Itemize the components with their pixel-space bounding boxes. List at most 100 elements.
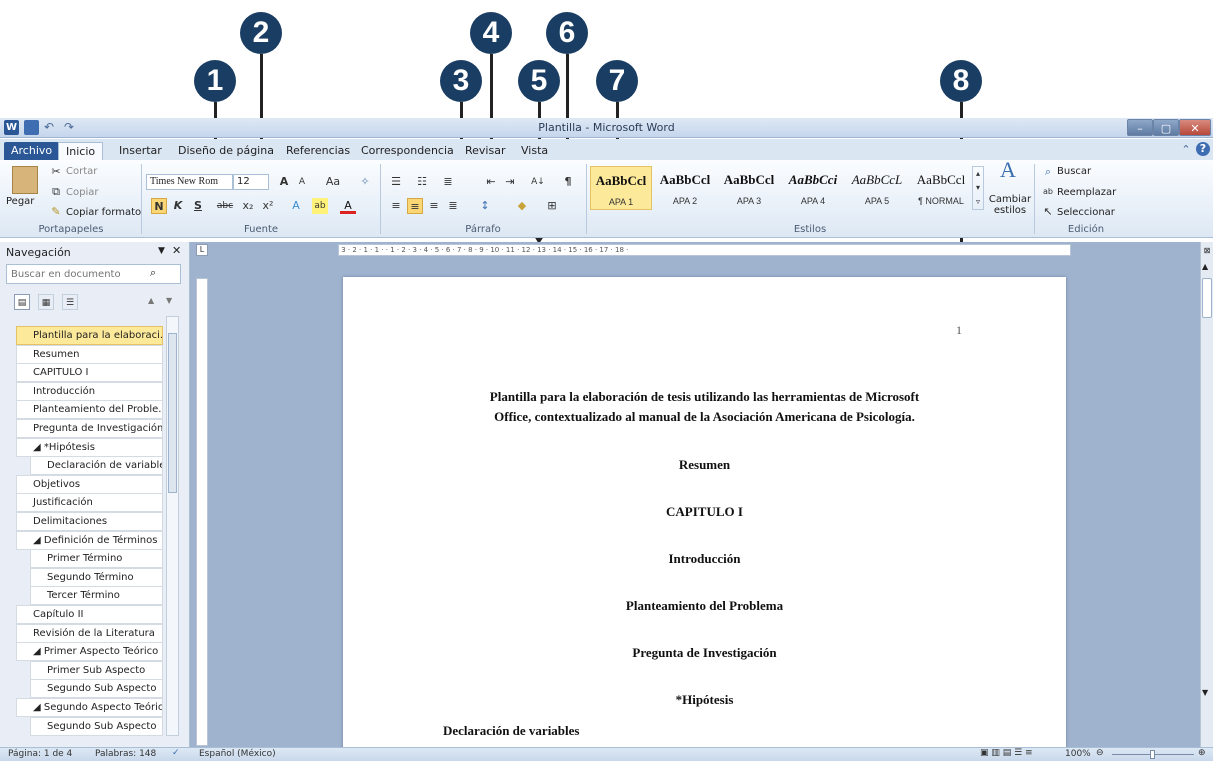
cut-icon[interactable]: ✂ (48, 164, 64, 180)
nav-heading-item[interactable]: Tercer Término (30, 586, 163, 606)
bullets-icon[interactable]: ☰ (388, 174, 404, 190)
format-painter-button[interactable]: Copiar formato (66, 207, 141, 218)
justify-icon[interactable]: ≣ (445, 198, 461, 214)
nav-heading-item[interactable]: Resumen (16, 344, 163, 364)
shrink-font-icon[interactable]: A (294, 174, 310, 190)
nav-heading-item[interactable]: Delimitaciones (16, 512, 163, 531)
nav-heading-item[interactable]: Objetivos (16, 474, 163, 494)
page-count-status[interactable]: Página: 1 de 4 (8, 749, 72, 759)
nav-heading-item[interactable]: ◢ Definición de Términos (16, 530, 163, 550)
change-case-icon[interactable]: Aa (322, 174, 344, 190)
nav-heading-item[interactable]: ◢ Primer Aspecto Teórico (16, 642, 163, 662)
nav-next-icon[interactable]: ▼ (166, 296, 172, 305)
ruler-toggle-icon[interactable]: ⊠ (1202, 246, 1212, 258)
nav-heading-item[interactable]: Primer Sub Aspecto (30, 660, 163, 680)
font-size-box[interactable]: 12 (233, 174, 269, 190)
decrease-indent-icon[interactable]: ⇤ (483, 174, 499, 190)
italic-button[interactable]: K (170, 198, 186, 214)
nav-heading-item[interactable]: CAPITULO I (16, 363, 163, 383)
replace-icon[interactable]: ab (1040, 184, 1056, 200)
change-styles-button[interactable]: Cambiar estilos (988, 194, 1032, 216)
nav-heading-item[interactable]: Planteamiento del Proble... (16, 400, 163, 420)
superscript-icon[interactable]: x² (260, 198, 276, 214)
change-styles-icon[interactable]: A (996, 159, 1020, 190)
align-center-icon[interactable]: ≡ (407, 198, 423, 214)
zoom-out-icon[interactable]: ⊖ (1096, 748, 1104, 758)
zoom-slider-thumb[interactable] (1150, 750, 1155, 759)
format-painter-icon[interactable]: ✎ (48, 204, 64, 220)
minimize-button[interactable]: – (1127, 119, 1153, 136)
copy-icon[interactable]: ⧉ (48, 184, 64, 200)
shading-icon[interactable]: ◆ (514, 198, 530, 214)
style-normal[interactable]: AaBbCcl ¶ NORMAL (910, 166, 972, 210)
select-icon[interactable]: ↖ (1040, 204, 1056, 220)
style-apa-2[interactable]: AaBbCcl APA 2 (654, 166, 716, 210)
scroll-up-icon[interactable]: ▲ (1202, 262, 1208, 271)
nav-heading-item[interactable]: Plantilla para la elaboraci... (16, 326, 163, 345)
scrollbar-thumb[interactable] (1202, 278, 1212, 318)
font-color-icon[interactable]: A (340, 198, 356, 214)
borders-icon[interactable]: ⊞ (544, 198, 560, 214)
paste-button[interactable]: Pegar (6, 196, 34, 207)
subscript-icon[interactable]: x₂ (240, 198, 256, 214)
tab-archivo[interactable]: Archivo (4, 142, 60, 160)
underline-button[interactable]: S (190, 198, 206, 214)
view-buttons-icon[interactable]: ▣ ▥ ▤ ☰ ≡ (980, 748, 1033, 758)
tab-referencias[interactable]: Referencias (279, 142, 357, 160)
line-spacing-icon[interactable]: ↕ (477, 198, 493, 214)
select-button[interactable]: Seleccionar (1057, 207, 1115, 218)
nav-scrollbar[interactable] (166, 316, 179, 736)
clear-format-icon[interactable]: ✧ (357, 174, 373, 190)
styles-scroll-icon[interactable]: ▴ ▾ ▿ (972, 166, 984, 210)
document-page[interactable]: 1 Plantilla para la elaboración de tesis… (343, 277, 1066, 757)
pages-view-icon[interactable]: ▦ (38, 294, 54, 310)
nav-heading-item[interactable]: Segundo Término (30, 567, 163, 587)
help-icon[interactable]: ? (1196, 142, 1210, 156)
minimize-ribbon-icon[interactable]: ⌃ (1178, 142, 1194, 158)
nav-heading-item[interactable]: Revisión de la Literatura (16, 623, 163, 643)
tab-insertar[interactable]: Insertar (112, 142, 169, 160)
style-apa-1[interactable]: AaBbCcl APA 1 (590, 166, 652, 210)
find-button[interactable]: Buscar (1057, 166, 1091, 177)
nav-prev-icon[interactable]: ▲ (148, 296, 154, 305)
style-apa-4[interactable]: AaBbCci APA 4 (782, 166, 844, 210)
vertical-ruler[interactable] (196, 278, 208, 746)
close-button[interactable]: ✕ (1179, 119, 1211, 136)
nav-heading-item[interactable]: Segundo Sub Aspecto (30, 679, 163, 699)
results-view-icon[interactable]: ☰ (62, 294, 78, 310)
scroll-down-icon[interactable]: ▼ (1202, 688, 1208, 697)
nav-heading-item[interactable]: Pregunta de Investigación (16, 419, 163, 438)
grow-font-icon[interactable]: A (276, 174, 292, 190)
highlight-icon[interactable]: ab (312, 198, 328, 214)
nav-scrollbar-thumb[interactable] (168, 333, 177, 493)
nav-menu-icon[interactable]: ▼ (158, 246, 165, 256)
nav-heading-item[interactable]: Primer Término (30, 549, 163, 569)
numbering-icon[interactable]: ☷ (414, 174, 430, 190)
nav-heading-item[interactable]: Introducción (16, 381, 163, 401)
bold-button[interactable]: N (151, 198, 167, 214)
vertical-scrollbar[interactable]: ⊠ ▲ ▼ (1200, 242, 1213, 747)
nav-heading-item[interactable]: Segundo Sub Aspecto (30, 716, 163, 736)
nav-heading-item[interactable]: Declaración de variables (30, 456, 163, 476)
sort-icon[interactable]: A↓ (530, 174, 546, 190)
headings-view-icon[interactable]: ▤ (14, 294, 30, 310)
style-apa-5[interactable]: AaBbCcL APA 5 (846, 166, 908, 210)
tab-revisar[interactable]: Revisar (458, 142, 512, 160)
tab-vista[interactable]: Vista (514, 142, 555, 160)
align-right-icon[interactable]: ≡ (426, 198, 442, 214)
nav-heading-item[interactable]: Justificación (16, 493, 163, 513)
horizontal-ruler[interactable]: 3 · 2 · 1 · 1 · · 1 · 2 · 3 · 4 · 5 · 6 … (338, 244, 1071, 256)
align-left-icon[interactable]: ≡ (388, 198, 404, 214)
multilevel-list-icon[interactable]: ≣ (440, 174, 456, 190)
font-name-box[interactable]: Times New Rom (146, 174, 233, 190)
replace-button[interactable]: Reemplazar (1057, 187, 1116, 198)
increase-indent-icon[interactable]: ⇥ (502, 174, 518, 190)
cut-button[interactable]: Cortar (66, 166, 97, 177)
nav-heading-item[interactable]: ◢ Segundo Aspecto Teórico (16, 698, 163, 717)
text-effects-icon[interactable]: A (288, 198, 304, 214)
tab-diseno-pagina[interactable]: Diseño de página (171, 142, 281, 160)
tab-correspondencia[interactable]: Correspondencia (354, 142, 461, 160)
nav-heading-item[interactable]: Capítulo II (16, 605, 163, 624)
zoom-in-icon[interactable]: ⊕ (1198, 748, 1206, 758)
style-apa-3[interactable]: AaBbCcl APA 3 (718, 166, 780, 210)
